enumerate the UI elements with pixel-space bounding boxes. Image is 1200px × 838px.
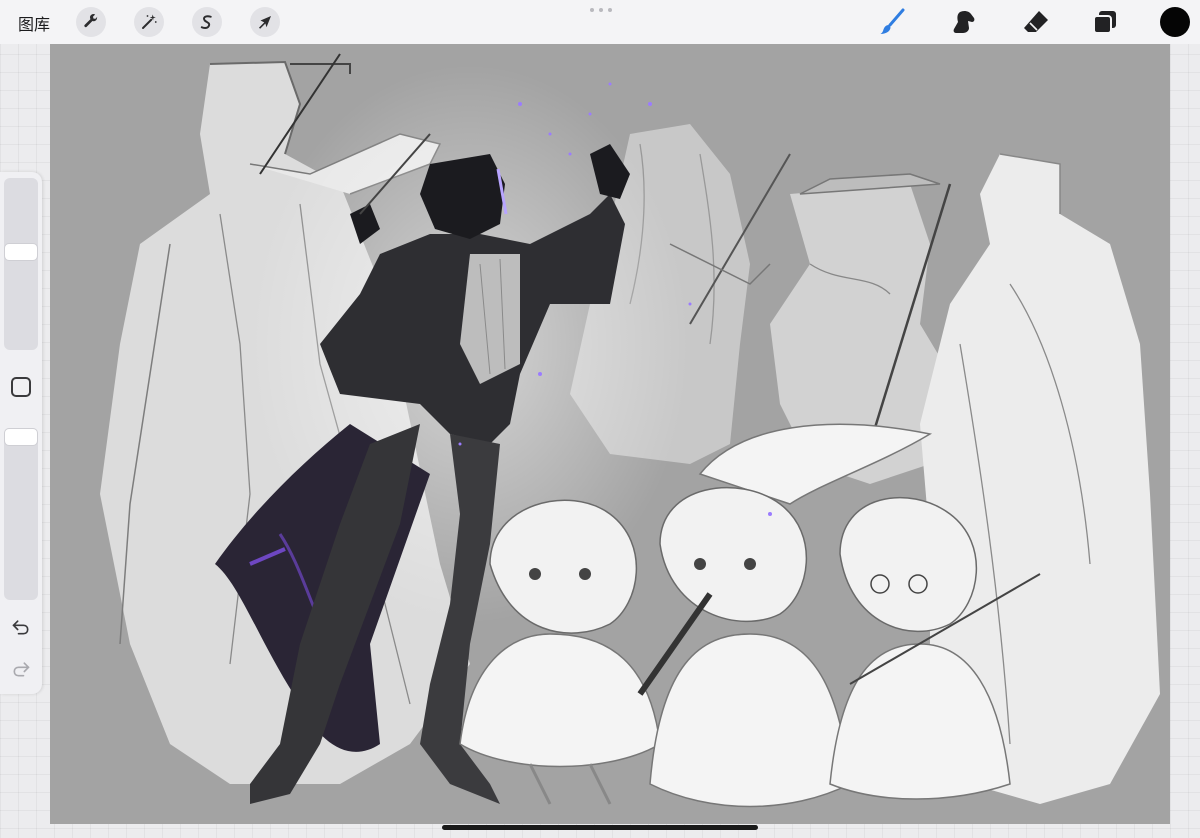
brush-icon — [880, 8, 905, 34]
home-indicator[interactable] — [442, 825, 758, 830]
drawing-canvas[interactable] — [50, 44, 1170, 824]
smudge-icon — [953, 10, 975, 33]
layers-icon — [1093, 11, 1116, 34]
left-sidebar — [0, 172, 42, 694]
wrench-icon — [84, 14, 98, 28]
brush-opacity-slider[interactable] — [4, 428, 38, 600]
brush-opacity-thumb[interactable] — [4, 428, 38, 446]
adjustments-button[interactable] — [134, 7, 164, 37]
undo-icon — [12, 620, 29, 635]
sketch-artwork — [100, 53, 1160, 808]
selection-s-icon — [200, 15, 212, 29]
smudge-tool-button[interactable] — [948, 7, 980, 37]
redo-button[interactable] — [9, 658, 33, 680]
layers-button[interactable] — [1089, 7, 1121, 37]
eraser-tool-button[interactable] — [1020, 7, 1052, 37]
redo-icon — [13, 662, 30, 677]
eraser-icon — [1024, 11, 1048, 32]
brush-size-slider[interactable] — [4, 178, 38, 350]
color-picker-button[interactable] — [1160, 7, 1190, 37]
brush-size-thumb[interactable] — [4, 243, 38, 261]
actions-button[interactable] — [76, 7, 106, 37]
gallery-button[interactable]: 图库 — [18, 11, 50, 35]
top-toolbar: 图库 — [0, 0, 1200, 44]
transform-button[interactable] — [250, 7, 280, 37]
brush-tool-button[interactable] — [876, 7, 908, 37]
modify-square-icon[interactable] — [11, 377, 31, 397]
magic-wand-icon — [142, 14, 157, 29]
toolbar-grip[interactable] — [590, 8, 612, 14]
arrow-cursor-icon — [259, 16, 271, 29]
undo-button[interactable] — [9, 616, 33, 638]
selection-button[interactable] — [192, 7, 222, 37]
